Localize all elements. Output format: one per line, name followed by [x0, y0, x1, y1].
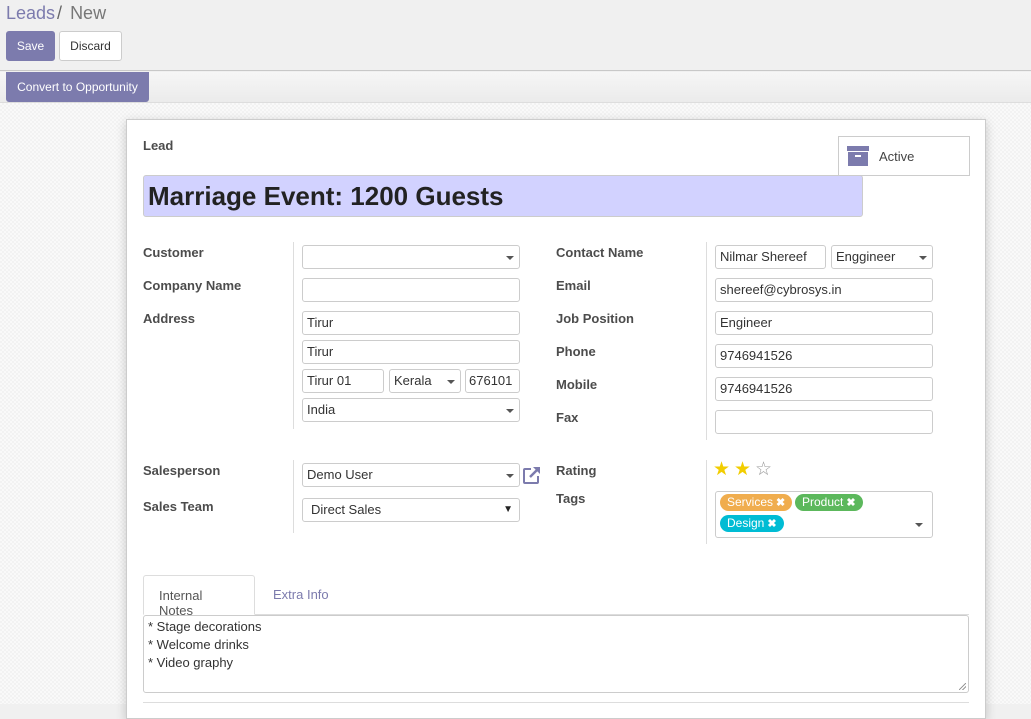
notes-line: * Stage decorations	[148, 619, 262, 634]
tag-label: Product	[802, 495, 844, 509]
star-filled-icon[interactable]: ★	[713, 460, 730, 479]
chevron-down-icon	[506, 409, 514, 413]
company-name-input[interactable]	[302, 278, 520, 302]
left-group-separator	[293, 242, 294, 429]
right-group2-separator	[706, 460, 707, 544]
job-position-input[interactable]: Engineer	[715, 311, 933, 335]
state-value: Kerala	[394, 373, 432, 388]
salesperson-select[interactable]: Demo User	[302, 463, 520, 487]
contact-title-select[interactable]: Enggineer	[831, 245, 933, 269]
resize-handle[interactable]	[959, 683, 966, 690]
country-value: India	[307, 402, 336, 417]
star-filled-icon[interactable]: ★	[734, 460, 751, 479]
breadcrumb: Leads / New	[6, 3, 106, 24]
state-select[interactable]: Kerala	[389, 369, 461, 393]
country-select[interactable]: India	[302, 398, 520, 422]
mobile-input[interactable]: 9746941526	[715, 377, 933, 401]
chevron-down-icon: ▼	[503, 504, 513, 515]
sales-team-select[interactable]: Direct Sales ▼	[302, 498, 520, 522]
star-empty-icon[interactable]: ☆	[755, 460, 772, 479]
city-input[interactable]: Tirur 01	[302, 369, 384, 393]
contact-name-input[interactable]: Nilmar Shereef	[715, 245, 826, 269]
tag-badge: Product ✖	[795, 494, 863, 511]
contact-name-label: Contact Name	[556, 245, 644, 260]
internal-notes-textarea[interactable]: * Stage decorations * Welcome drinks * V…	[143, 615, 969, 693]
customer-label: Customer	[143, 245, 204, 260]
salesperson-value: Demo User	[307, 467, 373, 482]
phone-input[interactable]: 9746941526	[715, 344, 933, 368]
notes-line: * Welcome drinks	[148, 637, 249, 652]
salesperson-label: Salesperson	[143, 463, 221, 478]
chevron-down-icon	[506, 474, 514, 478]
customer-select[interactable]	[302, 245, 520, 269]
discard-button[interactable]: Discard	[59, 31, 122, 61]
email-label: Email	[556, 278, 591, 293]
tag-badge: Services ✖	[720, 494, 793, 511]
left-group2-separator	[293, 460, 294, 533]
rating-label: Rating	[556, 463, 597, 478]
statusbar: Convert to Opportunity	[0, 72, 1031, 103]
sales-team-label: Sales Team	[143, 499, 214, 514]
fax-label: Fax	[556, 410, 579, 425]
tag-label: Services	[727, 495, 774, 509]
street-input[interactable]: Tirur	[302, 311, 520, 335]
lead-section-label: Lead	[143, 138, 174, 153]
job-position-label: Job Position	[556, 311, 634, 326]
contact-title-value: Enggineer	[836, 249, 896, 264]
right-group-separator	[706, 242, 707, 440]
save-button[interactable]: Save	[6, 31, 55, 61]
street2-input[interactable]: Tirur	[302, 340, 520, 364]
chevron-down-icon	[919, 256, 927, 260]
active-toggle-button[interactable]: Active	[838, 136, 970, 176]
address-label: Address	[143, 311, 196, 326]
fax-input[interactable]	[715, 410, 933, 434]
bottom-divider	[143, 702, 969, 703]
phone-label: Phone	[556, 344, 596, 359]
company-name-label: Company Name	[143, 278, 242, 293]
breadcrumb-leads-link[interactable]: Leads	[6, 3, 55, 23]
remove-tag-icon[interactable]: ✖	[846, 497, 855, 509]
tab-internal-notes[interactable]: Internal Notes	[143, 575, 255, 618]
notes-line: * Video graphy	[148, 655, 234, 670]
zip-input[interactable]: 676101	[465, 369, 520, 393]
sales-team-value: Direct Sales	[311, 502, 382, 517]
chevron-down-icon	[506, 256, 514, 260]
breadcrumb-separator: /	[57, 3, 63, 23]
active-label: Active	[879, 149, 915, 164]
lead-title-input[interactable]: Marriage Event: 1200 Guests	[143, 175, 863, 217]
chevron-down-icon	[447, 380, 455, 384]
external-link-icon[interactable]	[522, 465, 542, 485]
tags-label: Tags	[556, 491, 586, 506]
convert-to-opportunity-button[interactable]: Convert to Opportunity	[6, 72, 149, 102]
mobile-label: Mobile	[556, 377, 598, 392]
archive-icon	[847, 145, 869, 167]
remove-tag-icon[interactable]: ✖	[767, 518, 776, 530]
control-panel: Leads / New Save Discard	[0, 0, 1031, 71]
chevron-down-icon	[915, 523, 923, 527]
email-input[interactable]: shereef@cybrosys.in	[715, 278, 933, 302]
remove-tag-icon[interactable]: ✖	[776, 497, 785, 509]
tag-badge: Design ✖	[720, 515, 784, 532]
tag-label: Design	[727, 516, 765, 530]
breadcrumb-current: New	[70, 3, 107, 23]
tab-extra-info[interactable]: Extra Info	[258, 575, 348, 615]
